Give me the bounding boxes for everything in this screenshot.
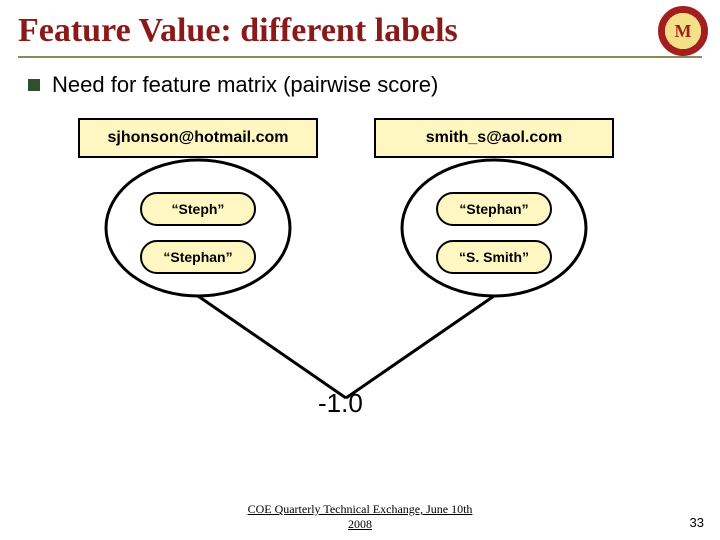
bullet-square-icon [28, 79, 40, 91]
slide-title: Feature Value: different labels [0, 0, 720, 54]
footer-line-1: COE Quarterly Technical Exchange, June 1… [248, 502, 473, 516]
left-label-2-text: “Stephan” [163, 249, 232, 265]
right-header-text: smith_s@aol.com [426, 129, 563, 147]
right-label-2-text: “S. Smith” [459, 249, 529, 265]
footer-line-2: 2008 [348, 517, 372, 531]
left-label-1: “Steph” [140, 192, 256, 226]
page-number: 33 [690, 515, 704, 530]
logo-letter: M [675, 21, 692, 42]
bullet-text: Need for feature matrix (pairwise score) [52, 72, 438, 98]
umd-logo: M [658, 6, 708, 56]
left-header-box: sjhonson@hotmail.com [78, 118, 318, 158]
right-label-1-text: “Stephan” [459, 201, 528, 217]
left-label-2: “Stephan” [140, 240, 256, 274]
right-label-2: “S. Smith” [436, 240, 552, 274]
bullet-row: Need for feature matrix (pairwise score) [0, 58, 720, 98]
left-header-text: sjhonson@hotmail.com [108, 129, 289, 147]
diagram-stage: sjhonson@hotmail.com smith_s@aol.com “St… [0, 118, 720, 486]
left-label-1-text: “Steph” [172, 201, 225, 217]
right-header-box: smith_s@aol.com [374, 118, 614, 158]
pairwise-score: -1.0 [318, 388, 363, 419]
diagram-lines [0, 118, 720, 486]
footer: COE Quarterly Technical Exchange, June 1… [0, 502, 720, 532]
right-label-1: “Stephan” [436, 192, 552, 226]
